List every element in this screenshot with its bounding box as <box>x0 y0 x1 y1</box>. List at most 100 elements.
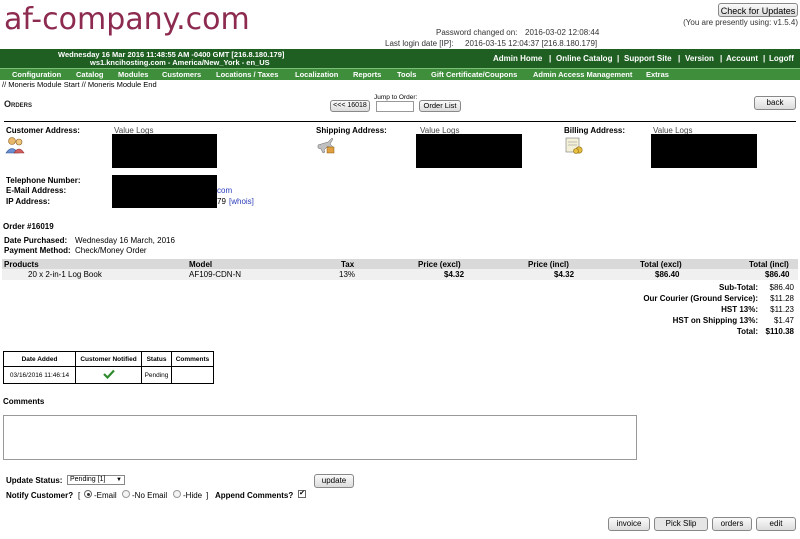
menu-localization[interactable]: Localization <box>295 70 338 79</box>
top-link-separator: | <box>720 54 723 63</box>
col-total-excl: Total (excl) <box>640 260 682 269</box>
menu-customers[interactable]: Customers <box>162 70 201 79</box>
total-label: HST 13%: <box>721 305 758 314</box>
module-line: // Moneris Module Start // Moneris Modul… <box>2 80 157 89</box>
notify-bracket-open: [ <box>78 491 81 500</box>
customer-address-label: Customer Address: <box>6 126 80 135</box>
total-value: $11.28 <box>770 294 794 303</box>
top-link-account[interactable]: Account <box>726 54 758 63</box>
payment-method-label: Payment Method: <box>4 246 71 255</box>
back-button[interactable]: back <box>754 96 796 110</box>
menu-gift-certificates[interactable]: Gift Certificate/Coupons <box>431 70 517 79</box>
total-value: $11.23 <box>770 305 794 314</box>
contact-redacted <box>112 175 217 208</box>
product-total-excl: $86.40 <box>655 270 680 279</box>
top-link-support-site[interactable]: Support Site <box>624 54 672 63</box>
history-comments <box>171 366 214 384</box>
comments-label: Comments <box>3 397 45 406</box>
history-col-notified: Customer Notified <box>75 351 142 367</box>
history-row: 03/16/2016 11:46:14 Pending <box>3 366 214 384</box>
product-total-incl: $86.40 <box>765 270 790 279</box>
jump-label: Jump to Order: <box>374 94 418 101</box>
history-col-date: Date Added <box>3 351 76 367</box>
radio-email-label: -Email <box>94 491 117 500</box>
order-number: Order #16019 <box>3 222 54 231</box>
product-price-excl: $4.32 <box>444 270 465 279</box>
comments-textarea[interactable] <box>3 415 637 460</box>
password-changed-label: Password changed on: <box>436 28 518 37</box>
orders-button[interactable]: orders <box>712 517 752 531</box>
top-link-logoff[interactable]: Logoff <box>769 54 794 63</box>
append-comments-checkbox[interactable]: ✔ <box>298 490 306 498</box>
ip-label: IP Address: <box>6 197 51 206</box>
menu-reports[interactable]: Reports <box>353 70 381 79</box>
chevron-down-icon: ▼ <box>116 477 122 483</box>
order-list-button[interactable]: Order List <box>419 100 461 112</box>
top-link-admin-home[interactable]: Admin Home <box>493 54 542 63</box>
checkmark-icon <box>102 369 115 381</box>
last-login-label: Last login date [IP]: <box>385 39 454 48</box>
menu-catalog[interactable]: Catalog <box>76 70 104 79</box>
ip-suffix: 79 <box>217 197 226 206</box>
total-row: Total: $110.38 <box>560 327 796 338</box>
total-value: $110.38 <box>765 327 794 336</box>
top-link-version[interactable]: Version <box>685 54 714 63</box>
email-link[interactable]: com <box>217 186 232 195</box>
shipping-plane-icon <box>316 136 336 154</box>
whois-link[interactable]: [whois] <box>229 197 254 206</box>
total-row: HST on Shipping 13%: $1.47 <box>560 316 796 327</box>
col-price-incl: Price (incl) <box>528 260 569 269</box>
billing-address-label: Billing Address: <box>564 126 626 135</box>
col-price-excl: Price (excl) <box>418 260 461 269</box>
menu-configuration[interactable]: Configuration <box>12 70 61 79</box>
total-value: $1.47 <box>773 316 794 325</box>
menu-locations-taxes[interactable]: Locations / Taxes <box>216 70 278 79</box>
password-changed-value: 2016-03-02 12:08:44 <box>525 28 600 37</box>
host-line: ws1.kncihosting.com - America/New_York -… <box>90 58 270 67</box>
menu-modules[interactable]: Modules <box>118 70 148 79</box>
top-link-online-catalog[interactable]: Online Catalog <box>556 54 612 63</box>
radio-selected-dot <box>86 492 90 496</box>
menu-tools[interactable]: Tools <box>397 70 416 79</box>
history-col-comments: Comments <box>171 351 214 367</box>
product-row: 20 x 2-in-1 Log Book AF109-CDN-N 13% $4.… <box>2 269 798 280</box>
date-purchased-value: Wednesday 16 March, 2016 <box>75 236 175 245</box>
product-price-incl: $4.32 <box>554 270 575 279</box>
notify-bracket-close: ] <box>206 491 209 500</box>
invoice-button[interactable]: invoice <box>608 517 650 531</box>
update-button[interactable]: update <box>314 474 354 488</box>
notify-customer-label: Notify Customer? <box>6 491 74 500</box>
checkbox-check-icon: ✔ <box>299 490 305 497</box>
update-status-label: Update Status: <box>6 476 63 485</box>
customer-address-redacted <box>112 134 217 168</box>
customer-icon <box>5 136 25 154</box>
site-logo[interactable]: af-company.com <box>4 2 250 37</box>
prev-order-button[interactable]: <<< 16018 <box>330 100 370 112</box>
email-label: E-Mail Address: <box>6 186 67 195</box>
top-link-separator: | <box>678 54 681 63</box>
pick-slip-button[interactable]: Pick Slip <box>654 517 708 531</box>
total-row: Sub-Total: $86.40 <box>560 283 796 294</box>
total-row: HST 13%: $11.23 <box>560 305 796 316</box>
total-row: Our Courier (Ground Service): $11.28 <box>560 294 796 305</box>
check-updates-button[interactable]: Check for Updates <box>718 3 798 17</box>
radio-email[interactable] <box>84 490 92 498</box>
date-purchased-label: Date Purchased: <box>4 236 68 245</box>
total-label: HST on Shipping 13%: <box>672 316 758 325</box>
radio-no-email[interactable] <box>122 490 130 498</box>
col-model: Model <box>189 260 213 269</box>
header-bar: Wednesday 16 Mar 2016 11:48:55 AM -0400 … <box>0 49 800 68</box>
menu-extras[interactable]: Extras <box>646 70 669 79</box>
total-label: Sub-Total: <box>719 283 758 292</box>
payment-method-value: Check/Money Order <box>75 246 147 255</box>
status-select[interactable]: Pending [1] ▼ <box>67 475 125 485</box>
radio-hide-label: -Hide <box>183 491 203 500</box>
radio-hide[interactable] <box>173 490 181 498</box>
product-tax: 13% <box>339 270 356 279</box>
jump-to-order-input[interactable] <box>376 101 414 112</box>
products-header-row: Products Model Tax Price (excl) Price (i… <box>2 259 798 269</box>
menu-admin-access[interactable]: Admin Access Management <box>533 70 632 79</box>
col-total-incl: Total (incl) <box>749 260 789 269</box>
edit-button[interactable]: edit <box>756 517 796 531</box>
last-login-value: 2016-03-15 12:04:37 [216.8.180.179] <box>465 39 598 48</box>
